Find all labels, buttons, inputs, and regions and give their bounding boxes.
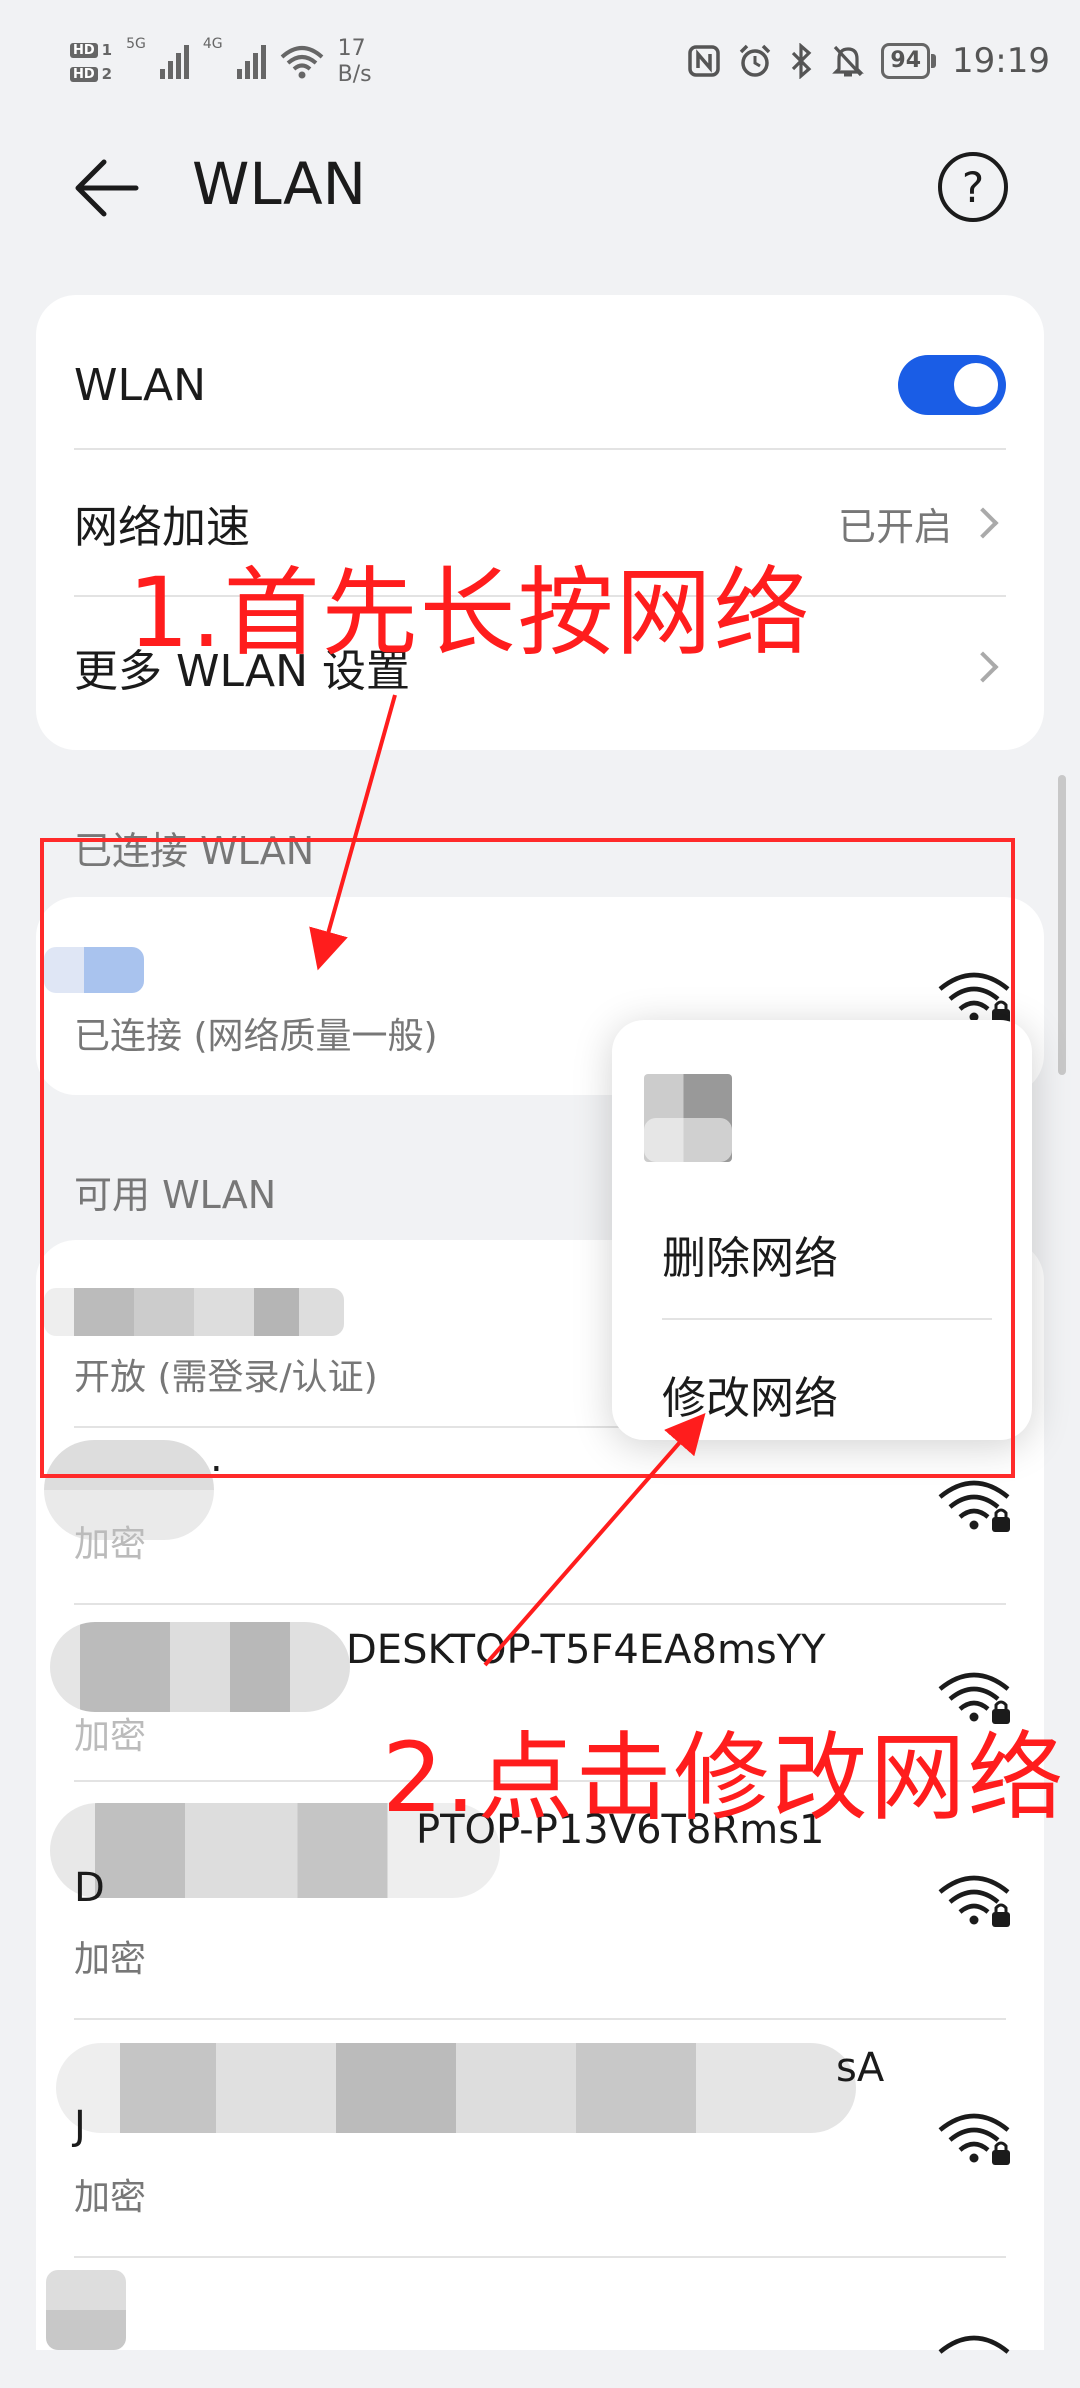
wlan-label: WLAN: [74, 359, 207, 411]
wlan-toggle-row[interactable]: WLAN: [74, 345, 1006, 425]
annotation-box: [40, 838, 1015, 1478]
redacted-network-name: [50, 1622, 350, 1712]
accel-value: 已开启: [838, 496, 1006, 551]
network-name: DESKTOP-T5F4EA8msYY: [346, 1627, 826, 1673]
arrow-left-icon: [75, 159, 139, 217]
question-icon: ?: [961, 162, 985, 212]
signal2-icon: [236, 45, 266, 79]
mute-bell-icon: [832, 45, 865, 77]
wifi-lock-icon: [938, 2113, 1010, 2165]
net-speed: 17 B/s: [337, 36, 372, 87]
network-name-line2: D: [74, 1865, 105, 1911]
sim1-indicator: HD 1: [70, 41, 112, 59]
wlan-switch[interactable]: [898, 355, 1006, 415]
sim2-indicator: HD 2: [70, 65, 112, 83]
divider: [74, 448, 1006, 450]
status-bar: HD 1 HD 2 5G 4G 17 B/s 94 19:19: [0, 0, 1080, 120]
net1-label: 5G: [126, 36, 146, 52]
redacted-network-name: [46, 2270, 126, 2350]
wifi-lock-icon: [938, 2335, 1010, 2354]
divider: [74, 2256, 1006, 2258]
network-status: 加密: [74, 1524, 147, 1565]
network-name: sA: [836, 2045, 885, 2091]
bluetooth-icon: [792, 43, 812, 79]
wifi-lock-icon: [938, 1875, 1010, 1927]
chevron-right-icon: [967, 507, 999, 539]
back-button[interactable]: [70, 148, 150, 228]
wifi-status-icon: [280, 46, 323, 79]
battery-indicator: 94: [881, 43, 936, 79]
settings-card: WLAN 网络加速 已开启 更多 WLAN 设置: [36, 295, 1044, 750]
list-item[interactable]: sA J 加密: [36, 2023, 1044, 2253]
redacted-network-name: [56, 2043, 856, 2133]
divider: [74, 1603, 1006, 1605]
net2-label: 4G: [202, 36, 223, 52]
alarm-icon: [740, 44, 771, 77]
network-status: 加密: [74, 1716, 147, 1757]
help-button[interactable]: ?: [938, 152, 1008, 222]
annotation-step1: 1.首先长按网络: [128, 557, 812, 669]
network-status: 加密: [74, 2177, 147, 2218]
nfc-icon: [688, 45, 721, 77]
scrollbar[interactable]: [1058, 775, 1066, 1075]
status-right: 94 19:19: [687, 36, 1050, 86]
network-status: 加密: [74, 1939, 147, 1980]
wifi-lock-icon: [938, 1480, 1010, 1532]
chevron-right-icon: [967, 651, 999, 683]
signal1-icon: [159, 45, 189, 79]
divider: [74, 2018, 1006, 2020]
page-title: WLAN: [192, 150, 367, 218]
annotation-step2: 2.点击修改网络: [382, 1722, 1066, 1834]
list-item[interactable]: [36, 2260, 1044, 2354]
sim-indicators: HD 1 HD 2: [70, 41, 112, 83]
network-name-line2: J: [74, 2103, 86, 2149]
clock: 19:19: [952, 41, 1050, 81]
status-left: HD 1 HD 2 5G 4G 17 B/s: [70, 32, 372, 92]
